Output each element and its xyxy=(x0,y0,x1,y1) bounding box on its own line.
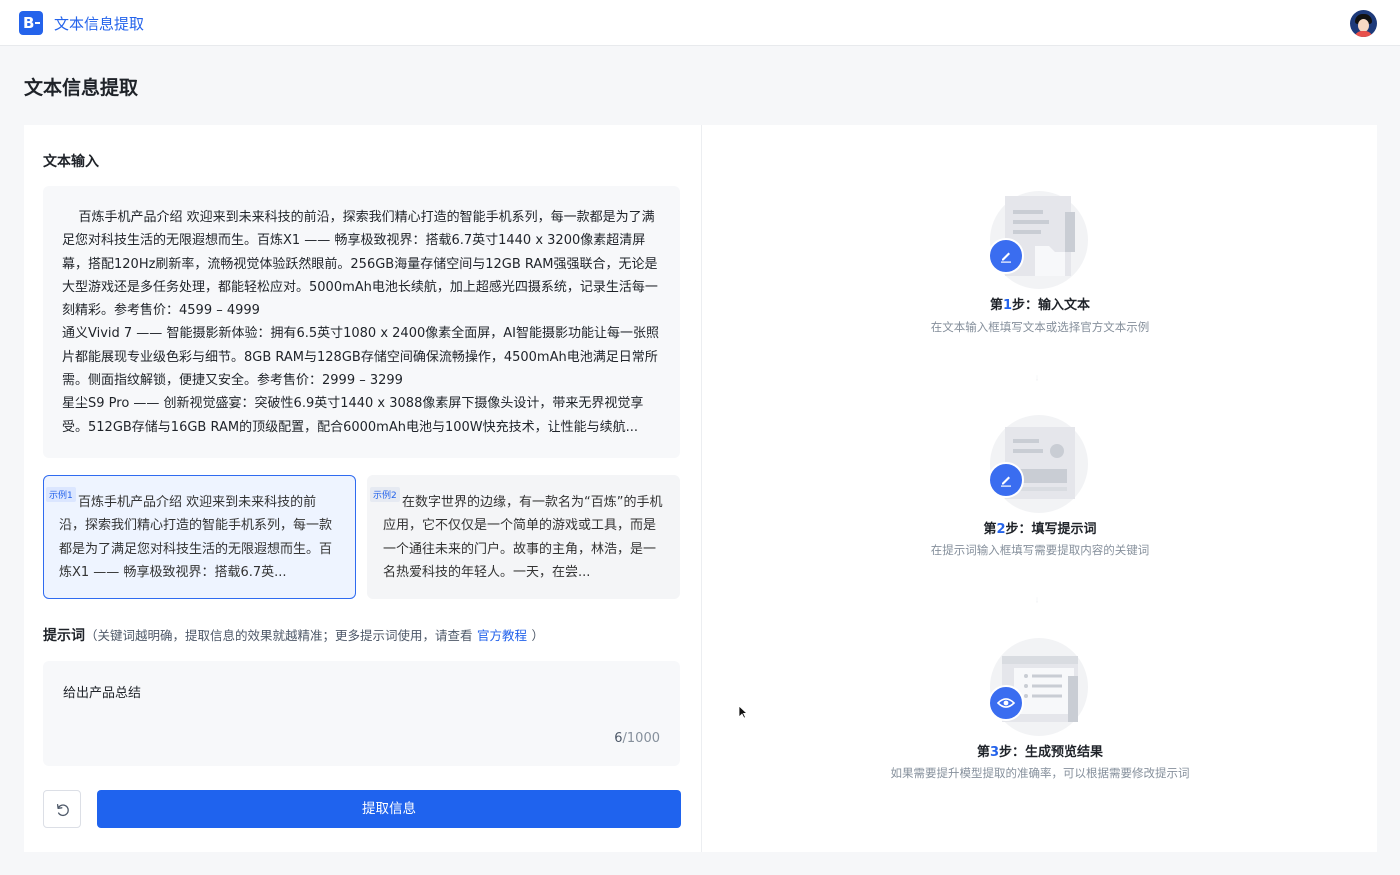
step-3-desc: 如果需要提升模型提取的准确率，可以根据需要修改提示词 xyxy=(890,766,1190,780)
prompt-label-title: 提示词 xyxy=(43,628,85,644)
mouse-cursor-icon xyxy=(738,705,748,719)
eye-icon xyxy=(997,698,1015,708)
step-2-badge xyxy=(988,462,1024,498)
example-card-1[interactable]: 示例1 百炼手机产品介绍 欢迎来到未来科技的前沿，探索我们精心打造的智能手机系列… xyxy=(43,475,356,599)
reset-icon xyxy=(56,803,69,817)
example-text-2: 在数字世界的边缘，有一款名为“百炼”的手机应用，它不仅仅是一个简单的游戏或工具，… xyxy=(383,495,663,580)
step-2-desc: 在提示词输入框填写需要提取内容的关键词 xyxy=(930,543,1150,557)
text-input-title: 文本输入 xyxy=(43,154,99,170)
text-input-content[interactable]: 百炼手机产品介绍 欢迎来到未来科技的前沿，探索我们精心打造的智能手机系列，每一款… xyxy=(62,206,660,439)
char-counter: 6/1000 xyxy=(614,731,660,746)
prompt-hint: （关键词越明确，提取信息的效果就越精准；更多提示词使用，请查看 xyxy=(85,628,473,643)
extract-button[interactable]: 提取信息 xyxy=(97,790,681,828)
app-title[interactable]: 文本信息提取 xyxy=(54,13,144,34)
step-2-title: 第2步：填写提示词 xyxy=(983,522,1097,537)
prompt-input-value[interactable]: 给出产品总结 xyxy=(63,682,141,701)
prompt-input[interactable]: 给出产品总结 6/1000 xyxy=(43,661,680,766)
input-panel: 文本输入 百炼手机产品介绍 欢迎来到未来科技的前沿，探索我们精心打造的智能手机系… xyxy=(24,125,701,852)
step-1-title: 第1步：输入文本 xyxy=(989,298,1091,313)
example-tag-1: 示例1 xyxy=(46,487,76,502)
step-3-illustration xyxy=(988,638,1088,736)
arrow-down-icon xyxy=(1036,375,1038,381)
step-3-title: 第3步：生成预览结果 xyxy=(976,745,1104,760)
steps-panel: 第1步：输入文本 在文本输入框填写文本或选择官方文本示例 第2步：填写提示词 在… xyxy=(701,125,1377,852)
char-max: /1000 xyxy=(622,731,660,746)
arrow-down-icon xyxy=(1036,597,1038,603)
edit-icon xyxy=(1001,476,1011,487)
reset-button[interactable] xyxy=(43,790,81,828)
example-text-1: 百炼手机产品介绍 欢迎来到未来科技的前沿，探索我们精心打造的智能手机系列，每一款… xyxy=(59,495,333,580)
example-tag-2: 示例2 xyxy=(370,487,400,502)
prompt-label: 提示词（关键词越明确，提取信息的效果就越精准；更多提示词使用，请查看 官方教程 … xyxy=(43,625,544,645)
avatar[interactable] xyxy=(1350,10,1377,37)
char-count: 6 xyxy=(614,731,623,746)
example-card-2[interactable]: 示例2 在数字世界的边缘，有一款名为“百炼”的手机应用，它不仅仅是一个简单的游戏… xyxy=(367,475,680,599)
step-1-desc: 在文本输入框填写文本或选择官方文本示例 xyxy=(930,320,1150,334)
text-input-area[interactable]: 百炼手机产品介绍 欢迎来到未来科技的前沿，探索我们精心打造的智能手机系列，每一款… xyxy=(43,186,680,458)
official-tutorial-link[interactable]: 官方教程 xyxy=(477,628,527,643)
step-1-illustration xyxy=(988,191,1088,289)
step-2-illustration xyxy=(988,415,1088,513)
top-bar: B 文本信息提取 xyxy=(0,0,1400,46)
prompt-hint-end: ） xyxy=(531,628,544,643)
page-title: 文本信息提取 xyxy=(24,77,139,99)
step-1-badge xyxy=(988,238,1024,274)
step-3-badge xyxy=(988,685,1024,721)
app-logo[interactable]: B xyxy=(19,11,43,35)
edit-icon xyxy=(1001,252,1011,263)
